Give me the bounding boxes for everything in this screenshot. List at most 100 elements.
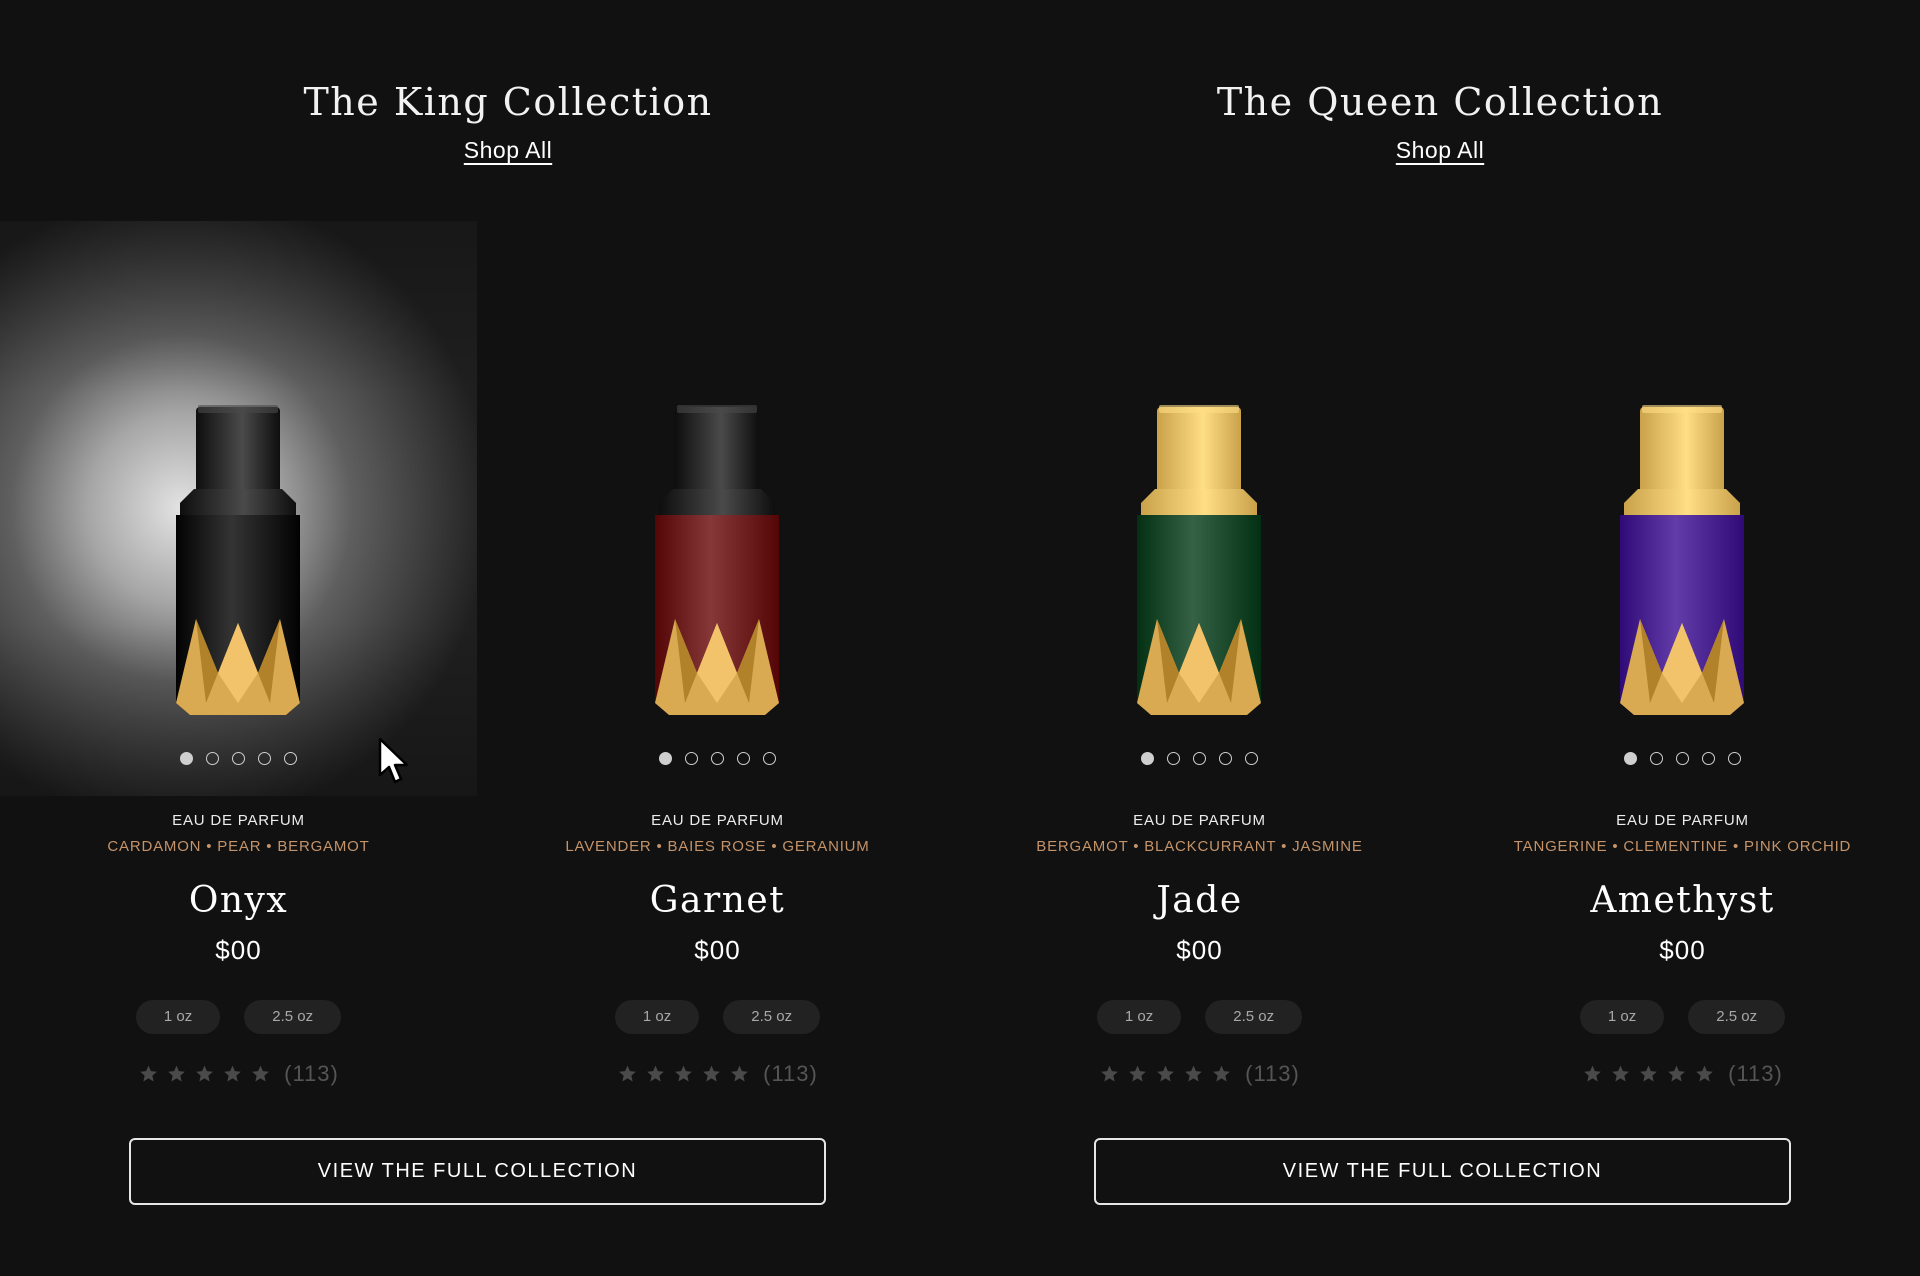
product-name[interactable]: Onyx	[0, 881, 477, 921]
star-icon	[1213, 1065, 1230, 1082]
carousel-dots	[961, 752, 1438, 765]
star-icon	[196, 1065, 213, 1082]
stars	[1582, 1064, 1715, 1084]
star-icon	[703, 1065, 720, 1082]
star-icon	[675, 1065, 692, 1082]
product-card-amethyst[interactable]: EAU DE PARFUM TANGERINE • CLEMENTINE • P…	[1444, 221, 1920, 1087]
carousel-dot[interactable]	[284, 752, 297, 765]
star-icon	[1612, 1065, 1629, 1082]
carousel-dot[interactable]	[1702, 752, 1715, 765]
product-notes: BERGAMOT • BLACKCURRANT • JASMINE	[1036, 838, 1363, 855]
stars	[617, 1064, 750, 1084]
product-image-carousel[interactable]	[479, 221, 956, 796]
star-rating[interactable]: (113)	[479, 1061, 956, 1087]
carousel-dots	[1444, 752, 1920, 765]
carousel-dot[interactable]	[1728, 752, 1741, 765]
product-image-carousel[interactable]	[0, 221, 477, 796]
size-options: 1 oz 2.5 oz	[1444, 1000, 1920, 1034]
product-notes: LAVENDER • BAIES ROSE • GERANIUM	[565, 838, 870, 855]
carousel-dot[interactable]	[711, 752, 724, 765]
carousel-dot[interactable]	[763, 752, 776, 765]
product-info: EAU DE PARFUM CARDAMON • PEAR • BERGAMOT…	[0, 812, 477, 1087]
carousel-dot[interactable]	[737, 752, 750, 765]
perfume-bottle-image	[655, 405, 779, 715]
size-option-button[interactable]: 2.5 oz	[244, 1000, 342, 1034]
review-count: (113)	[763, 1061, 818, 1086]
product-card-garnet[interactable]: EAU DE PARFUM LAVENDER • BAIES ROSE • GE…	[479, 221, 956, 1087]
star-icon	[1185, 1065, 1202, 1082]
star-icon	[140, 1065, 157, 1082]
carousel-dot[interactable]	[685, 752, 698, 765]
queen-collection-title: The Queen Collection	[1216, 80, 1664, 124]
king-view-full-collection-button[interactable]: VIEW THE FULL COLLECTION	[129, 1138, 826, 1205]
queen-view-full-collection-button[interactable]: VIEW THE FULL COLLECTION	[1094, 1138, 1791, 1205]
star-icon	[1101, 1065, 1118, 1082]
size-option-button[interactable]: 2.5 oz	[1205, 1000, 1303, 1034]
size-option-button[interactable]: 1 oz	[614, 1000, 700, 1034]
size-option-button[interactable]: 1 oz	[1096, 1000, 1182, 1034]
cursor-arrow-icon	[378, 737, 409, 784]
size-options: 1 oz 2.5 oz	[961, 1000, 1438, 1034]
product-name[interactable]: Garnet	[479, 881, 956, 921]
carousel-dot[interactable]	[1193, 752, 1206, 765]
size-options: 1 oz 2.5 oz	[479, 1000, 956, 1034]
carousel-dot[interactable]	[1676, 752, 1689, 765]
product-price: $00	[1176, 935, 1223, 965]
star-icon	[1157, 1065, 1174, 1082]
product-image-carousel[interactable]	[961, 221, 1438, 796]
queen-collection-header: The Queen Collection Shop All	[960, 78, 1920, 164]
stars	[1099, 1064, 1232, 1084]
product-type-label: EAU DE PARFUM	[1133, 812, 1266, 829]
star-icon	[224, 1065, 241, 1082]
carousel-dot[interactable]	[659, 752, 672, 765]
star-rating[interactable]: (113)	[0, 1061, 477, 1087]
star-icon	[647, 1065, 664, 1082]
carousel-dot[interactable]	[1167, 752, 1180, 765]
product-card-jade[interactable]: EAU DE PARFUM BERGAMOT • BLACKCURRANT • …	[961, 221, 1438, 1087]
star-icon	[731, 1065, 748, 1082]
carousel-dot[interactable]	[1650, 752, 1663, 765]
size-option-button[interactable]: 2.5 oz	[723, 1000, 821, 1034]
perfume-bottle-image	[1137, 405, 1261, 715]
product-type-label: EAU DE PARFUM	[1616, 812, 1749, 829]
product-image-carousel[interactable]	[1444, 221, 1920, 796]
product-name[interactable]: Amethyst	[1444, 881, 1920, 921]
size-option-button[interactable]: 1 oz	[135, 1000, 221, 1034]
star-icon	[168, 1065, 185, 1082]
perfume-bottle-image	[176, 405, 300, 715]
size-option-button[interactable]: 2.5 oz	[1688, 1000, 1786, 1034]
product-notes: TANGERINE • CLEMENTINE • PINK ORCHID	[1513, 838, 1852, 855]
carousel-dot[interactable]	[206, 752, 219, 765]
carousel-dot[interactable]	[1219, 752, 1232, 765]
carousel-dot[interactable]	[1245, 752, 1258, 765]
star-rating[interactable]: (113)	[961, 1061, 1438, 1087]
carousel-dot[interactable]	[1141, 752, 1154, 765]
star-icon	[1640, 1065, 1657, 1082]
stars	[138, 1064, 271, 1084]
star-icon	[1668, 1065, 1685, 1082]
size-option-button[interactable]: 1 oz	[1579, 1000, 1665, 1034]
product-type-label: EAU DE PARFUM	[651, 812, 784, 829]
star-icon	[619, 1065, 636, 1082]
perfume-bottle-image	[1620, 405, 1744, 715]
carousel-dot[interactable]	[1624, 752, 1637, 765]
product-name[interactable]: Jade	[961, 881, 1438, 921]
star-icon	[252, 1065, 269, 1082]
carousel-dot[interactable]	[180, 752, 193, 765]
queen-shop-all-link[interactable]: Shop All	[1396, 137, 1484, 164]
carousel-dot[interactable]	[258, 752, 271, 765]
product-card-onyx[interactable]: EAU DE PARFUM CARDAMON • PEAR • BERGAMOT…	[0, 221, 477, 1087]
king-shop-all-link[interactable]: Shop All	[464, 137, 552, 164]
product-price: $00	[694, 935, 741, 965]
review-count: (113)	[284, 1061, 339, 1086]
star-rating[interactable]: (113)	[1444, 1061, 1920, 1087]
size-options: 1 oz 2.5 oz	[0, 1000, 477, 1034]
product-notes: CARDAMON • PEAR • BERGAMOT	[107, 838, 370, 855]
product-info: EAU DE PARFUM BERGAMOT • BLACKCURRANT • …	[961, 812, 1438, 1087]
product-type-label: EAU DE PARFUM	[172, 812, 305, 829]
product-price: $00	[215, 935, 262, 965]
star-icon	[1584, 1065, 1601, 1082]
carousel-dot[interactable]	[232, 752, 245, 765]
king-collection-title: The King Collection	[303, 80, 713, 124]
product-info: EAU DE PARFUM TANGERINE • CLEMENTINE • P…	[1444, 812, 1920, 1087]
